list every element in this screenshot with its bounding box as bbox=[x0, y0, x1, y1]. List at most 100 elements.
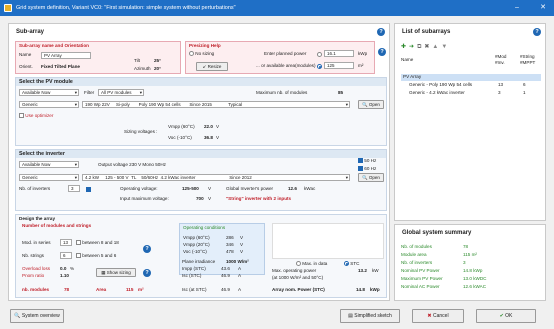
close-button[interactable]: ✕ bbox=[536, 2, 550, 14]
checkbox-icon bbox=[76, 240, 81, 246]
simplified-sketch-button[interactable]: ▤ Simplified sketch bbox=[340, 309, 400, 323]
list-row-str: 1 bbox=[523, 90, 526, 95]
move-up-icon[interactable]: ▲ bbox=[432, 44, 441, 50]
summary-row: Nb. of inverters 3 bbox=[401, 260, 466, 265]
op-voltage-unit: V bbox=[208, 186, 212, 191]
checkbox-icon bbox=[358, 166, 363, 172]
max-in-data-radio[interactable]: Max. in data bbox=[296, 261, 327, 267]
impp-label: Impp (STC) bbox=[182, 266, 206, 271]
azimuth-value: 20° bbox=[154, 66, 161, 71]
optimizer-checkbox[interactable]: Use optimizer bbox=[19, 113, 53, 119]
presizing-help-icon[interactable]: ? bbox=[378, 48, 386, 56]
minimize-button[interactable]: – bbox=[510, 2, 524, 14]
array-nom-value: 14.8 bbox=[356, 287, 365, 292]
string-inverter-label: "String" inverter with 2 inputs bbox=[226, 196, 292, 201]
input-max-label: Input maximum voltage: bbox=[120, 196, 169, 201]
subarray-panel: Sub-array ? Sub-array name and Orientati… bbox=[8, 23, 390, 301]
add-icon[interactable]: ✚ bbox=[401, 44, 409, 50]
voc-value: 36.8 bbox=[204, 135, 213, 140]
irradiance-value: 1000 W/m² bbox=[226, 259, 249, 264]
system-overview-button[interactable]: 🔍 System overview bbox=[10, 309, 64, 323]
volt-unit-1: V bbox=[240, 235, 244, 240]
check-icon: ✔ bbox=[499, 313, 504, 319]
power-radio[interactable] bbox=[317, 52, 322, 57]
presizing-label: Presizing Help bbox=[189, 43, 221, 48]
global-power-unit: kWac bbox=[304, 186, 316, 191]
area-label-design: Area bbox=[96, 287, 107, 292]
arrow-right-icon[interactable]: ➜ bbox=[409, 44, 417, 50]
subarray-heading: Sub-array bbox=[16, 29, 45, 35]
show-sizing-button[interactable]: ▦ Show sizing bbox=[96, 268, 136, 277]
col-mppt: #MPPT bbox=[520, 60, 536, 65]
max-modules-label: Maximum nb. of modules bbox=[256, 90, 308, 95]
area-input[interactable]: 125 bbox=[324, 62, 354, 69]
stc-radio[interactable]: STC bbox=[344, 261, 359, 267]
voc-label: Voc (-10°C) bbox=[168, 135, 192, 140]
ok-button[interactable]: ✔ OK bbox=[476, 309, 536, 323]
resize-button[interactable]: ↙ Resize bbox=[196, 62, 228, 71]
between2-checkbox[interactable]: between 5 and 6 bbox=[76, 253, 116, 259]
sizing-label: Sizing voltages : bbox=[124, 129, 158, 134]
cancel-button[interactable]: ✖ Cancel bbox=[412, 309, 464, 323]
list-help-icon[interactable]: ? bbox=[533, 28, 541, 36]
summary-list: Nb. of modules 78 Module area 115 m² Nb. o… bbox=[401, 244, 541, 292]
name-input[interactable]: PV Array bbox=[41, 52, 91, 59]
list-row-label: Generic - 4.2 kWac inverter bbox=[409, 90, 465, 95]
volt-unit-3: V bbox=[240, 249, 244, 254]
list-row-module[interactable]: Generic - Poly 190 Wp 54 cells 13 6 bbox=[401, 82, 541, 89]
pv-availability-select[interactable]: Available Now bbox=[19, 89, 79, 96]
pv-module-section: Select the PV module Available Now Filte… bbox=[15, 77, 387, 146]
azimuth-label: Azimuth bbox=[134, 66, 151, 71]
design-help-icon[interactable]: ? bbox=[143, 245, 151, 253]
list-row-label: PV Array bbox=[403, 74, 422, 79]
pnom-label: Pnom ratio bbox=[22, 273, 45, 278]
summary-row: Nominal AC Power 12.6 kWAC bbox=[401, 284, 487, 289]
help-icon[interactable]: ? bbox=[377, 28, 385, 36]
impp-value: 43.6 bbox=[221, 266, 230, 271]
sizing-help-icon[interactable]: ? bbox=[143, 269, 151, 277]
input-max-unit: V bbox=[208, 196, 212, 201]
inverter-heading: Select the inverter bbox=[16, 150, 386, 158]
hz50-checkbox[interactable]: 50 Hz bbox=[358, 158, 376, 164]
move-down-icon[interactable]: ▼ bbox=[441, 44, 450, 50]
no-sizing-option[interactable]: No sizing bbox=[189, 51, 214, 57]
inv-model-select[interactable]: 4.2 kW 125 - 500 V TL 50/60Hz 4.2 kWac i… bbox=[82, 174, 350, 181]
input-max-value: 700 bbox=[196, 196, 204, 201]
inv-open-button[interactable]: 🔍 Open bbox=[358, 173, 384, 182]
list-row-str: 6 bbox=[523, 82, 526, 87]
summary-row: Nominal PV Power 14.8 kWp bbox=[401, 268, 483, 273]
search-icon: 🔍 bbox=[14, 313, 21, 319]
summary-panel: Global system summary Nb. of modules 78 M… bbox=[394, 224, 546, 301]
orient-value[interactable]: Fixed Tilted Plane bbox=[41, 64, 80, 70]
amp-unit-1: A bbox=[238, 266, 242, 271]
pv-open-button[interactable]: 🔍 Open bbox=[358, 100, 384, 109]
inv-manufacturer-select[interactable]: Generic bbox=[19, 174, 79, 181]
isc-value: 46.9 bbox=[221, 273, 230, 278]
pv-filter-select[interactable]: All PV modules bbox=[98, 89, 144, 96]
pv-manufacturer-select[interactable]: Generic bbox=[19, 101, 79, 108]
area-radio[interactable] bbox=[317, 64, 322, 70]
isc2-value: 46.9 bbox=[221, 287, 230, 292]
checkbox-icon bbox=[358, 158, 363, 164]
list-row-pv-array[interactable]: PV Array bbox=[401, 74, 541, 81]
inverter-section: Select the inverter Available Now Output… bbox=[15, 149, 387, 211]
op-voltage-label: Operating voltage: bbox=[120, 186, 158, 191]
inv-availability-select[interactable]: Available Now bbox=[19, 161, 79, 168]
inverter-check[interactable] bbox=[86, 187, 91, 192]
nb-inverters-input[interactable]: 3 bbox=[68, 185, 80, 192]
mod-series-input[interactable]: 13 bbox=[60, 239, 72, 246]
nb-strings-input[interactable]: 6 bbox=[60, 252, 72, 259]
max-op-power-sub: (at 1000 W/m² and 50°C) bbox=[272, 275, 324, 280]
area-unit-design: m² bbox=[138, 287, 144, 292]
pv-module-heading: Select the PV module bbox=[16, 78, 386, 86]
global-power-value: 12.6 bbox=[288, 186, 297, 191]
max-op-power-value: 13.2 bbox=[358, 268, 367, 273]
power-input[interactable]: 16.1 bbox=[324, 50, 354, 57]
list-row-inverter[interactable]: Generic - 4.2 kWac inverter 3 1 bbox=[401, 90, 541, 97]
tilt-label: Tilt bbox=[134, 58, 140, 63]
pv-model-select[interactable]: 190 Wp 22V Si-poly Poly 190 Wp 54 cells … bbox=[82, 101, 350, 108]
power-unit: kWp bbox=[358, 51, 368, 56]
checkbox-icon bbox=[76, 253, 81, 259]
hz60-checkbox[interactable]: 60 Hz bbox=[358, 166, 376, 172]
between1-checkbox[interactable]: between 8 and 18 bbox=[76, 240, 119, 246]
